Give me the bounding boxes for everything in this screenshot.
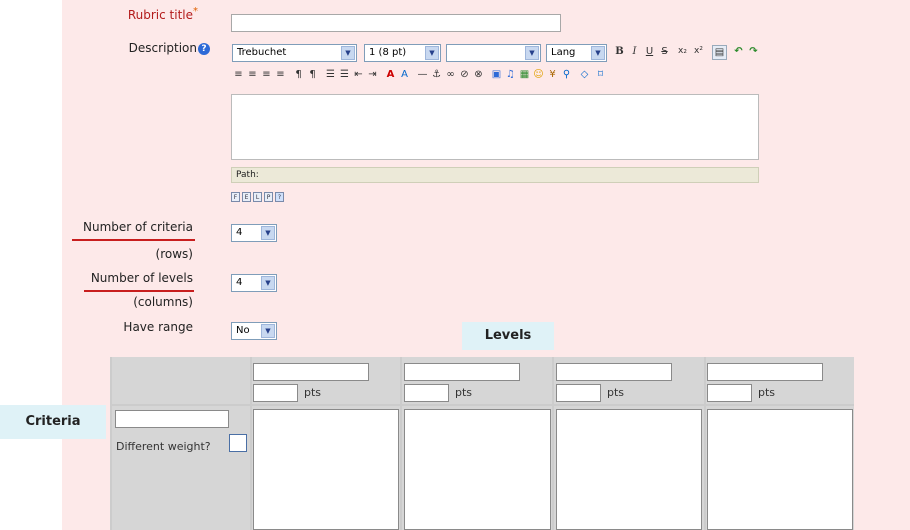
lang-select[interactable]: Lang ▼: [546, 44, 607, 62]
superscript-icon[interactable]: x²: [692, 45, 705, 58]
nolink-icon[interactable]: ⊗: [472, 68, 485, 81]
background-color-icon[interactable]: A: [398, 68, 411, 81]
different-weight-label: Different weight?: [116, 440, 211, 453]
chevron-down-icon: ▼: [525, 46, 539, 60]
range-select[interactable]: No ▼: [231, 322, 277, 340]
style-select[interactable]: ▼: [446, 44, 541, 62]
help-icon[interactable]: ?: [275, 192, 284, 202]
help-icon[interactable]: ?: [198, 42, 210, 55]
media-icon[interactable]: ♫: [504, 68, 517, 81]
levels-select[interactable]: 4 ▼: [231, 274, 277, 292]
level-title-input[interactable]: [253, 363, 369, 381]
chevron-down-icon: ▼: [425, 46, 439, 60]
search-replace-icon[interactable]: ⚲: [560, 68, 573, 81]
chevron-down-icon: ▼: [261, 276, 275, 290]
chevron-down-icon: ▼: [261, 324, 275, 338]
align-left-icon[interactable]: ≡: [232, 68, 245, 81]
outdent-icon[interactable]: ⇤: [352, 68, 365, 81]
rubric-title-input[interactable]: [231, 14, 561, 32]
ltr-icon[interactable]: ¶: [292, 68, 305, 81]
description-editor[interactable]: [231, 94, 759, 160]
font-select[interactable]: Trebuchet ▼: [232, 44, 357, 62]
underline-icon[interactable]: U: [643, 45, 656, 58]
smiley-icon[interactable]: ☺: [532, 68, 545, 81]
indent-icon[interactable]: ⇥: [366, 68, 379, 81]
criteria-badge: Criteria: [0, 405, 106, 439]
html-source-icon[interactable]: ◇: [578, 68, 591, 81]
fullscreen-icon[interactable]: ⌑: [594, 68, 607, 81]
levels-badge: Levels: [462, 322, 554, 350]
size-select[interactable]: 1 (8 pt) ▼: [364, 44, 441, 62]
paste-icon[interactable]: ▤: [712, 45, 727, 60]
format-icon[interactable]: F: [231, 192, 240, 202]
special-char-icon[interactable]: ¥: [546, 68, 559, 81]
level-points-input[interactable]: [707, 384, 752, 402]
unordered-list-icon[interactable]: ☰: [338, 68, 351, 81]
text-color-icon[interactable]: A: [384, 68, 397, 81]
hr-icon[interactable]: —: [416, 68, 429, 81]
chevron-down-icon: ▼: [341, 46, 355, 60]
levels-underline: [84, 290, 194, 292]
different-weight-checkbox[interactable]: [229, 434, 247, 452]
chevron-down-icon: ▼: [591, 46, 605, 60]
level-description-textarea[interactable]: [253, 409, 399, 530]
editor-path-bar: Path:: [231, 167, 759, 183]
corner-cell: [112, 357, 250, 404]
anchor-icon[interactable]: ⚓: [430, 68, 443, 81]
level-description-textarea[interactable]: [556, 409, 702, 530]
criteria-sub-label: (rows): [155, 247, 193, 261]
level-points-input[interactable]: [253, 384, 298, 402]
levels-label: Number of levels: [90, 271, 193, 285]
justify-icon[interactable]: ≡: [274, 68, 287, 81]
pts-label: pts: [758, 386, 776, 399]
format-icon[interactable]: L: [253, 192, 262, 202]
criteria-underline: [72, 239, 195, 241]
format-icon[interactable]: P: [264, 192, 273, 202]
level-description-textarea[interactable]: [404, 409, 551, 530]
link-icon[interactable]: ∞: [444, 68, 457, 81]
criteria-select[interactable]: 4 ▼: [231, 224, 277, 242]
insert-table-icon[interactable]: ▦: [518, 68, 531, 81]
undo-icon[interactable]: ↶: [732, 45, 745, 58]
align-right-icon[interactable]: ≡: [260, 68, 273, 81]
ordered-list-icon[interactable]: ☰: [324, 68, 337, 81]
level-title-input[interactable]: [707, 363, 823, 381]
level-points-input[interactable]: [556, 384, 601, 402]
align-center-icon[interactable]: ≡: [246, 68, 259, 81]
level-description-textarea[interactable]: [707, 409, 853, 530]
levels-sub-label: (columns): [133, 295, 193, 309]
redo-icon[interactable]: ↷: [747, 45, 760, 58]
subscript-icon[interactable]: x₂: [676, 45, 689, 58]
italic-icon[interactable]: I: [628, 45, 641, 58]
bold-icon[interactable]: B: [613, 45, 626, 58]
description-label: Description?: [110, 41, 210, 55]
rubric-title-label: Rubric title*: [127, 6, 198, 22]
format-icon[interactable]: E: [242, 192, 251, 202]
pts-label: pts: [304, 386, 322, 399]
chevron-down-icon: ▼: [261, 226, 275, 240]
unlink-icon[interactable]: ⊘: [458, 68, 471, 81]
criteria-label: Number of criteria: [83, 220, 193, 234]
level-title-input[interactable]: [404, 363, 520, 381]
pts-label: pts: [607, 386, 625, 399]
level-points-input[interactable]: [404, 384, 449, 402]
strikethrough-icon[interactable]: S: [658, 45, 671, 58]
range-label: Have range: [123, 320, 193, 334]
rtl-icon[interactable]: ¶: [306, 68, 319, 81]
criterion-title-input[interactable]: [115, 410, 229, 428]
level-title-input[interactable]: [556, 363, 672, 381]
pts-label: pts: [455, 386, 473, 399]
image-icon[interactable]: ▣: [490, 68, 503, 81]
